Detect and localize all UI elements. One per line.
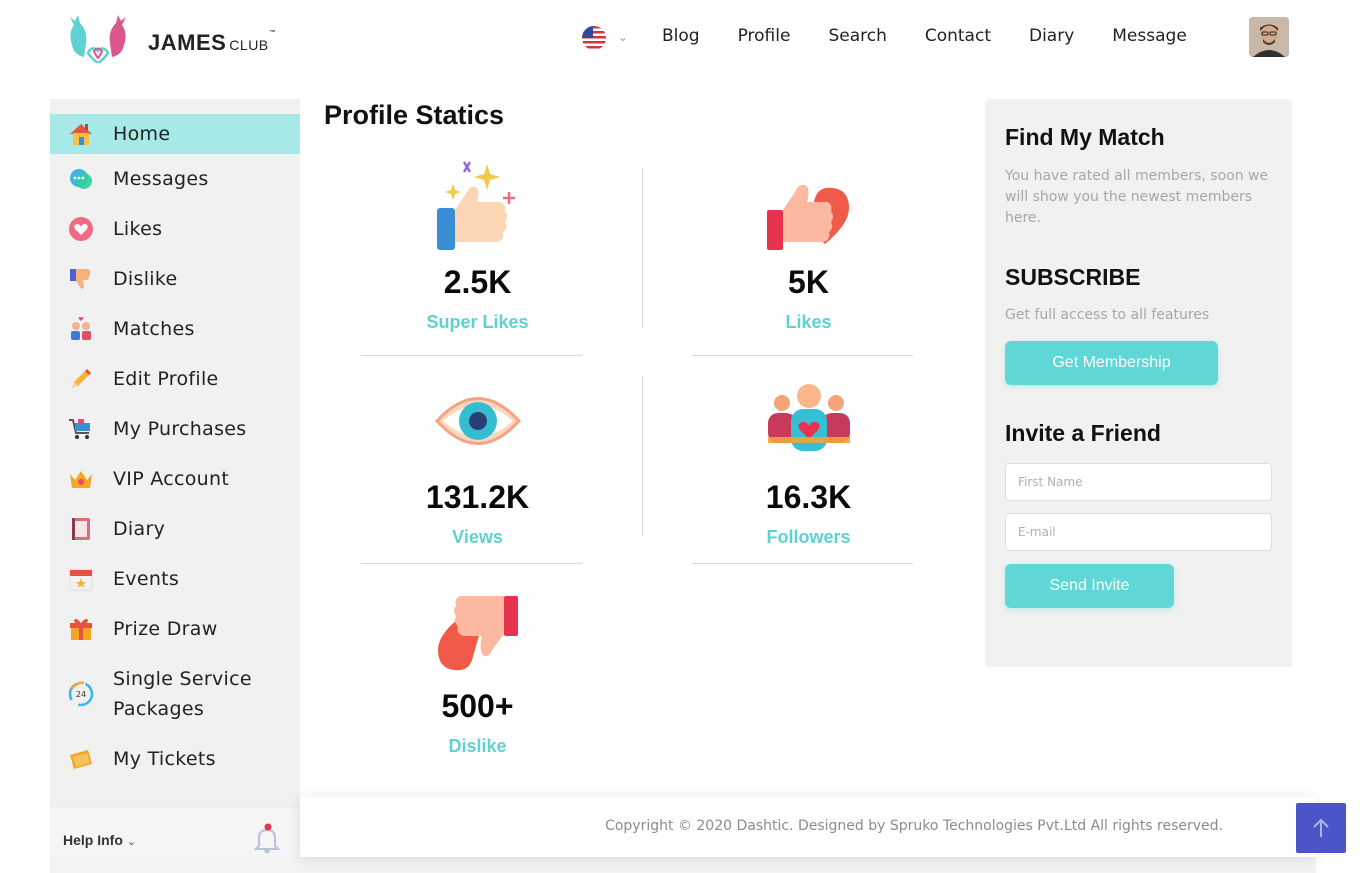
divider (361, 563, 582, 564)
diary-icon (68, 516, 94, 542)
sidebar-item-label: My Tickets (113, 748, 216, 770)
us-flag-icon[interactable] (582, 26, 606, 50)
24h-icon: 24 (68, 681, 94, 707)
like-heart-icon (698, 158, 919, 254)
language-caret-icon[interactable]: ⌄ (618, 30, 628, 44)
nav-message[interactable]: Message (1112, 26, 1187, 46)
brand-logo[interactable]: JAMES CLUB™ (66, 12, 296, 64)
sidebar-item-label: Dislike (113, 268, 178, 290)
stats-divider (642, 376, 643, 536)
stat-label: Likes (785, 312, 832, 332)
dislike-heart-icon (367, 582, 588, 678)
sidebar-item-single-service-packages[interactable]: 24 Single Service Packages (50, 654, 300, 734)
sidebar-item-my-purchases[interactable]: My Purchases (50, 404, 300, 454)
ticket-icon (68, 746, 94, 772)
divider (361, 355, 582, 356)
nav-search[interactable]: Search (828, 26, 886, 46)
sidebar-item-label: Edit Profile (113, 368, 219, 390)
eye-icon (367, 373, 588, 469)
sidebar-item-edit-profile[interactable]: Edit Profile (50, 354, 300, 404)
get-membership-button[interactable]: Get Membership (1005, 341, 1218, 385)
stat-value: 500+ (441, 688, 514, 724)
stat-label: Super Likes (426, 312, 529, 332)
svg-text:24: 24 (76, 690, 86, 699)
sidebar-item-label: Events (113, 568, 180, 590)
cart-icon (68, 416, 94, 442)
sidebar-item-matches[interactable]: Matches (50, 304, 300, 354)
stats-divider (642, 168, 643, 328)
sidebar-item-likes[interactable]: Likes (50, 204, 300, 254)
copyright-text: Copyright © 2020 Dashtic. Designed by Sp… (605, 818, 1223, 834)
followers-icon (698, 373, 919, 469)
super-like-icon (367, 158, 588, 254)
sidebar-item-label: My Purchases (113, 418, 247, 440)
divider (692, 563, 913, 564)
subscribe-text: Get full access to all features (1005, 307, 1210, 323)
sidebar-item-home[interactable]: Home (50, 114, 300, 154)
stat-followers: 16.3K Followers (698, 373, 919, 548)
sidebar-item-label: Single Service Packages (113, 668, 252, 720)
sidebar-item-label: Matches (113, 318, 195, 340)
subscribe-title: SUBSCRIBE (1005, 264, 1141, 290)
email-field[interactable] (1005, 513, 1272, 551)
stat-value: 131.2K (425, 479, 530, 515)
page-title: Profile Statics (324, 100, 505, 130)
footer: Copyright © 2020 Dashtic. Designed by Sp… (300, 797, 1316, 857)
find-my-match-title: Find My Match (1005, 124, 1165, 150)
gift-icon (68, 616, 94, 642)
stat-value: 2.5K (443, 264, 512, 300)
footer-shade (50, 857, 1316, 873)
sidebar-item-my-tickets[interactable]: My Tickets (50, 734, 300, 784)
top-nav: Blog Profile Search Contact Diary Messag… (662, 26, 1225, 46)
stat-value: 16.3K (765, 479, 852, 515)
back-to-top-button[interactable] (1296, 803, 1346, 853)
pencil-icon (68, 366, 94, 392)
chevron-down-icon: ⌄ (126, 836, 137, 848)
bell-icon[interactable] (253, 822, 281, 854)
calendar-icon (68, 566, 94, 592)
messages-icon (68, 166, 94, 192)
nav-blog[interactable]: Blog (662, 26, 700, 46)
stat-value: 5K (788, 264, 829, 300)
sidebar-item-label: Messages (113, 168, 209, 190)
heart-icon (68, 216, 94, 242)
nav-diary[interactable]: Diary (1029, 26, 1074, 46)
find-my-match-text: You have rated all members, soon we will… (1005, 168, 1269, 226)
brand-name: JAMES CLUB™ (148, 30, 277, 55)
sidebar-item-label: Diary (113, 518, 166, 540)
stat-super-likes: 2.5K Super Likes (367, 158, 588, 333)
sidebar-item-messages[interactable]: Messages (50, 154, 300, 204)
stat-likes: 5K Likes (698, 158, 919, 333)
cats-heart-logo-icon (70, 15, 126, 63)
crown-icon (68, 466, 94, 492)
stat-label: Followers (766, 527, 851, 547)
nav-profile[interactable]: Profile (738, 26, 791, 46)
thumbs-down-icon (68, 266, 94, 292)
sidebar-item-label: Home (113, 123, 171, 145)
home-icon (68, 121, 94, 147)
arrow-up-icon (1313, 818, 1329, 837)
send-invite-button[interactable]: Send Invite (1005, 564, 1174, 608)
sidebar-item-label: Likes (113, 218, 163, 240)
stat-label: Views (452, 527, 503, 547)
avatar[interactable] (1249, 17, 1289, 57)
stat-dislike: 500+ Dislike (367, 582, 588, 757)
sidebar-item-events[interactable]: Events (50, 554, 300, 604)
stat-label: Dislike (448, 736, 507, 756)
stat-views: 131.2K Views (367, 373, 588, 548)
invite-friend-title: Invite a Friend (1005, 420, 1161, 446)
sidebar-item-dislike[interactable]: Dislike (50, 254, 300, 304)
nav-contact[interactable]: Contact (925, 26, 991, 46)
sidebar-item-label: Prize Draw (113, 618, 218, 640)
help-info-dropdown[interactable]: Help Info ⌄ (63, 832, 136, 848)
divider (692, 355, 913, 356)
sidebar-item-prize-draw[interactable]: Prize Draw (50, 604, 300, 654)
sidebar-item-diary[interactable]: Diary (50, 504, 300, 554)
sidebar-item-label: VIP Account (113, 468, 230, 490)
sidebar: Home Messages Likes Dislike Matches Edit… (50, 99, 300, 873)
sidebar-item-vip-account[interactable]: VIP Account (50, 454, 300, 504)
first-name-field[interactable] (1005, 463, 1272, 501)
couple-icon (68, 316, 94, 342)
right-panel: Find My Match You have rated all members… (985, 99, 1292, 667)
